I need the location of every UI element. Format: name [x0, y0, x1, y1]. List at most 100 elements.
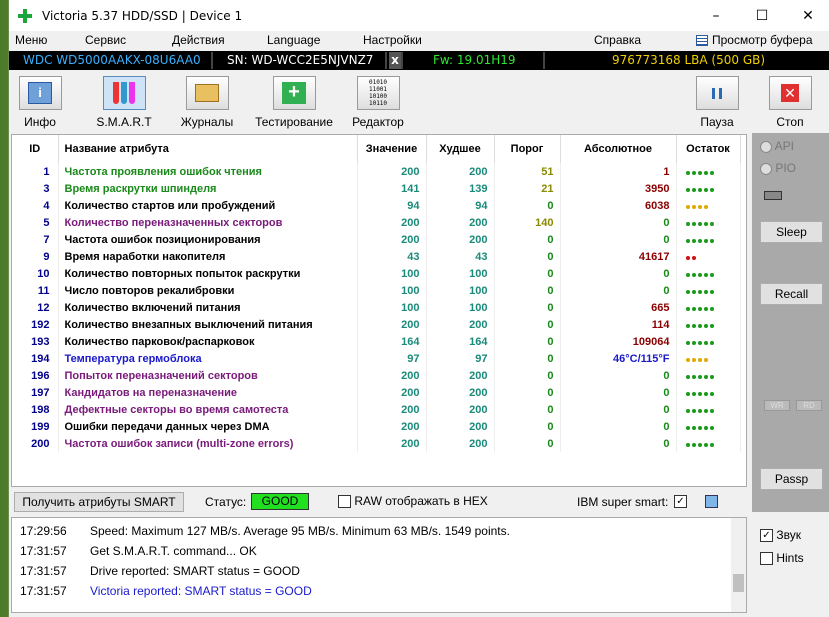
- table-row[interactable]: 199 Ошибки передачи данных через DMA 200 20…: [12, 418, 741, 435]
- table-row[interactable]: 9 Время наработки накопителя 43 43 0 41617: [12, 248, 741, 265]
- rest-dot: [685, 272, 690, 277]
- col-value[interactable]: Значение: [357, 135, 427, 163]
- smart-button[interactable]: S.M.A.R.T: [93, 76, 155, 129]
- table-row[interactable]: 194 Температура гермоблока 97 97 0 46°C/115°F: [12, 350, 741, 367]
- log-text: Victoria reported: SMART status = GOOD: [90, 584, 312, 598]
- rest-dot: [709, 442, 714, 447]
- menu-actions[interactable]: Действия: [172, 33, 225, 47]
- attr-worst: 200: [426, 435, 495, 452]
- rest-dot: [709, 306, 714, 311]
- attr-value: 100: [357, 299, 427, 316]
- menu-settings[interactable]: Настройки: [363, 33, 422, 47]
- wr-button[interactable]: WR: [764, 400, 790, 411]
- table-row[interactable]: 197 Кандидатов на переназначение 200 200 0 0: [12, 384, 741, 401]
- attr-threshold: 0: [494, 231, 561, 248]
- logs-button[interactable]: Журналы: [177, 76, 237, 129]
- rest-dot: [703, 442, 708, 447]
- get-smart-button[interactable]: Получить атрибуты SMART: [14, 492, 184, 512]
- col-id[interactable]: ID: [12, 135, 59, 163]
- rest-dot: [691, 442, 696, 447]
- menu-main[interactable]: Меню: [15, 33, 47, 47]
- table-row[interactable]: 10 Количество повторных попыток раскрутки…: [12, 265, 741, 282]
- rest-dot: [691, 340, 696, 345]
- attr-value: 200: [357, 435, 427, 452]
- close-button[interactable]: ✕: [785, 0, 829, 31]
- raw-hex-checkbox[interactable]: RAW отображать в HEX: [338, 494, 488, 509]
- api-label: API: [774, 139, 795, 153]
- table-row[interactable]: 5 Количество переназначенных секторов 200 2…: [12, 214, 741, 231]
- test-button[interactable]: + Тестирование: [253, 76, 335, 129]
- close-drive-icon[interactable]: x: [389, 52, 403, 69]
- table-row[interactable]: 3 Время раскрутки шпинделя 141 139 21 3950: [12, 180, 741, 197]
- attr-threshold: 0: [494, 197, 561, 214]
- api-radio[interactable]: API: [760, 139, 794, 153]
- attr-threshold: 0: [494, 367, 561, 384]
- table-row[interactable]: 200 Частота ошибок записи (multi-zone err…: [12, 435, 741, 452]
- scrollbar-thumb[interactable]: [733, 574, 744, 592]
- menu-language[interactable]: Language: [267, 33, 320, 47]
- maximize-button[interactable]: ☐: [739, 0, 785, 31]
- sleep-button[interactable]: Sleep: [760, 221, 823, 243]
- color-swatch[interactable]: [705, 495, 718, 508]
- sound-checkbox[interactable]: ✓ Звук: [760, 528, 801, 543]
- col-worst[interactable]: Худшее: [426, 135, 495, 163]
- recall-button[interactable]: Recall: [760, 283, 823, 305]
- col-raw[interactable]: Абсолютное: [560, 135, 677, 163]
- table-row[interactable]: 1 Частота проявления ошибок чтения 200 200 5…: [12, 163, 741, 180]
- attr-threshold: 0: [494, 248, 561, 265]
- drive-model[interactable]: WDC WD5000AAKX-08U6AA0: [9, 52, 213, 69]
- col-rest[interactable]: Остаток: [676, 135, 741, 163]
- table-row[interactable]: 192 Количество внезапных выключений питан…: [12, 316, 741, 333]
- log-pane: 17:29:56 Speed: Maximum 127 MB/s. Average…: [11, 517, 747, 613]
- pio-radio[interactable]: PIO: [760, 161, 796, 175]
- rest-dot: [709, 323, 714, 328]
- rest-dot: [685, 425, 690, 430]
- attr-id: 11: [12, 282, 59, 299]
- hints-checkbox[interactable]: Hints: [760, 551, 804, 566]
- rest-dot: [685, 289, 690, 294]
- attr-raw: 0: [560, 367, 677, 384]
- attr-worst: 94: [426, 197, 495, 214]
- attr-threshold: 51: [494, 163, 561, 180]
- attr-worst: 164: [426, 333, 495, 350]
- drive-serial: SN: WD-WCC2E5NJVNZ7: [217, 52, 387, 69]
- rest-dot: [709, 221, 714, 226]
- attr-id: 3: [12, 180, 59, 197]
- pause-button[interactable]: Пауза: [695, 76, 739, 129]
- rest-dot: [691, 238, 696, 243]
- log-time: 17:29:56: [20, 524, 67, 538]
- info-button[interactable]: i Инфо: [15, 76, 65, 129]
- attr-name: Температура гермоблока: [58, 350, 358, 367]
- table-row[interactable]: 193 Количество парковок/распарковок 164 164…: [12, 333, 741, 350]
- passp-button[interactable]: Passp: [760, 468, 823, 490]
- table-row[interactable]: 198 Дефектные секторы во время самотеста 2…: [12, 401, 741, 418]
- menu-help[interactable]: Справка: [594, 33, 641, 47]
- attr-rest-dots: [676, 401, 741, 418]
- menu-service[interactable]: Сервис: [85, 33, 126, 47]
- stop-button[interactable]: ✕ Стоп: [768, 76, 812, 129]
- table-row[interactable]: 11 Число повторов рекалибровки 100 100 0 0: [12, 282, 741, 299]
- col-threshold[interactable]: Порог: [494, 135, 561, 163]
- attr-threshold: 140: [494, 214, 561, 231]
- rest-dot: [703, 408, 708, 413]
- log-scrollbar[interactable]: [731, 518, 746, 612]
- log-time: 17:31:57: [20, 564, 67, 578]
- table-row[interactable]: 4 Количество стартов или пробуждений 94 94 0…: [12, 197, 741, 214]
- attr-worst: 97: [426, 350, 495, 367]
- editor-button[interactable]: 01010 11001 10100 10110 Редактор: [349, 76, 407, 129]
- log-entry: 17:31:57 Victoria reported: SMART status …: [20, 584, 312, 604]
- rd-button[interactable]: RD: [796, 400, 822, 411]
- ibm-checkbox[interactable]: ✓: [674, 495, 687, 508]
- minimize-button[interactable]: –: [693, 0, 739, 31]
- rest-dot: [709, 238, 714, 243]
- table-row[interactable]: 12 Количество включений питания 100 100 0 665: [12, 299, 741, 316]
- table-row[interactable]: 196 Попыток переназначений секторов 200 200…: [12, 367, 741, 384]
- table-row[interactable]: 7 Частота ошибок позиционирования 200 200 0 0: [12, 231, 741, 248]
- attr-value: 200: [357, 367, 427, 384]
- rest-dot: [685, 323, 690, 328]
- menu-view-buffer[interactable]: Просмотр буфера: [696, 33, 813, 47]
- rest-dot: [685, 221, 690, 226]
- col-name[interactable]: Название атрибута: [58, 135, 358, 163]
- status-label: Статус:: [205, 495, 247, 509]
- attr-name: Количество повторных попыток раскрутки: [58, 265, 358, 282]
